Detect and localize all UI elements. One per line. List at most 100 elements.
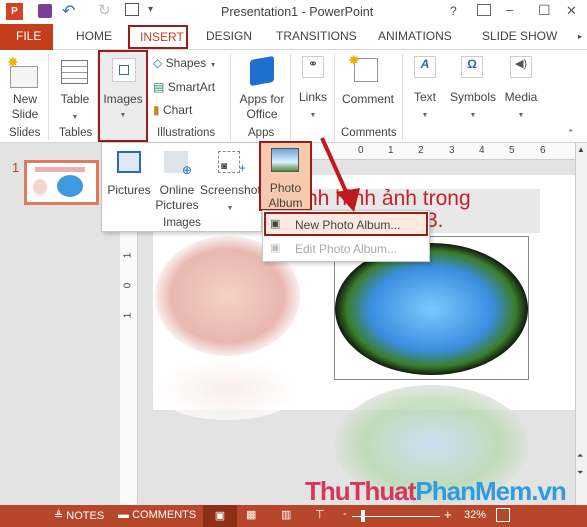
links-button[interactable]: ⚭ Links ▼ (294, 52, 332, 124)
help-button[interactable]: ? (450, 4, 457, 18)
zoom-out-button[interactable]: - (343, 508, 347, 520)
comments-label: COMMENTS (132, 509, 197, 521)
zoom-level[interactable]: 32% (464, 509, 486, 521)
tab-insert[interactable]: INSERT (128, 25, 188, 49)
zoom-slider[interactable] (352, 510, 440, 522)
baby-picture-reflection (155, 360, 300, 420)
comment-button[interactable]: ✸ Comment (338, 52, 398, 124)
speaker-icon: ◀) (510, 56, 532, 78)
online-pictures-icon: ⊕ (164, 151, 192, 177)
notes-button[interactable]: ≜ NOTES (54, 509, 104, 522)
apps-for-office-icon (250, 55, 274, 87)
media-button[interactable]: ◀) Media ▼ (501, 52, 541, 124)
scroll-up-icon[interactable]: ▲ (577, 145, 585, 154)
redo-icon[interactable]: ↻ (98, 1, 111, 19)
comment-icon: ▬ (118, 509, 129, 521)
symbols-button[interactable]: Ω Symbols ▼ (447, 52, 499, 124)
smartart-label: SmartArt (167, 80, 216, 94)
images-icon (112, 58, 136, 82)
undo-icon[interactable]: ↶ (62, 1, 75, 21)
apps-label: Apps for Office (239, 92, 285, 121)
slide-show-button[interactable]: ⊤ (315, 508, 325, 521)
zoom-in-button[interactable]: + (444, 507, 452, 522)
tab-slide-show[interactable]: SLIDE SHOW (482, 29, 557, 43)
ruler-label: 0 (122, 282, 134, 289)
flower-picture (335, 243, 528, 375)
online-pictures-button[interactable]: ⊕ Online Pictures (154, 145, 200, 215)
slide-sorter-button[interactable]: ▦ (246, 508, 256, 521)
link-icon: ⚭ (302, 56, 324, 78)
title-bar: P ↶ ↻ ▾ Presentation1 - PowerPoint ? – ☐… (0, 0, 587, 24)
customize-toolbar-icon[interactable]: ▾ (148, 4, 153, 15)
minimize-button[interactable]: – (506, 2, 513, 17)
pictures-label: Pictures (107, 183, 151, 197)
sparkle-icon: ✸ (348, 52, 360, 68)
apps-for-office-button[interactable]: Apps for Office (234, 52, 290, 124)
chevron-down-icon: ▼ (309, 112, 317, 119)
new-slide-label: New Slide (11, 92, 39, 121)
status-bar: ≜ NOTES ▬ COMMENTS ▣ ▦ ▥ ⊤ - + 32% (0, 505, 587, 527)
ruler-label: 6 (540, 145, 546, 156)
window-title: Presentation1 - PowerPoint (221, 5, 374, 19)
ruler-label: 1 (122, 252, 134, 259)
menu-item-label: New Photo Album... (295, 218, 401, 232)
close-button[interactable]: ✕ (566, 3, 577, 19)
media-label: Media (504, 90, 538, 104)
previous-slide-icon[interactable]: ⏶ (577, 451, 583, 461)
start-slideshow-icon[interactable] (125, 3, 139, 16)
online-pictures-label: Online Pictures (155, 183, 199, 212)
tab-file[interactable]: FILE (0, 24, 53, 50)
ruler-label: 1 (122, 312, 134, 319)
tab-animations[interactable]: ANIMATIONS (378, 29, 452, 43)
fit-slide-button[interactable] (496, 508, 510, 522)
pictures-button[interactable]: Pictures (104, 145, 154, 215)
images-dropdown-panel: Pictures ⊕ Online Pictures ◙ + Screenshot… (101, 142, 262, 232)
table-button[interactable]: Table ▼ (53, 52, 97, 124)
screenshot-button[interactable]: ◙ + Screenshot ▼ (200, 145, 261, 215)
chevron-down-icon: ▼ (71, 114, 79, 121)
maximize-button[interactable]: ☐ (538, 2, 551, 19)
tab-transitions[interactable]: TRANSITIONS (276, 29, 357, 43)
edit-photo-album-menu-item: ▣ Edit Photo Album... (264, 238, 428, 260)
vertical-scrollbar[interactable]: ▲ ⏶ ⏷ (575, 143, 587, 505)
smartart-button[interactable]: ▤ SmartArt (153, 80, 215, 94)
chevron-down-icon: ▼ (469, 112, 477, 119)
powerpoint-logo-icon: P (6, 3, 23, 20)
slide-thumbnail[interactable] (24, 160, 99, 205)
comments-button[interactable]: ▬ COMMENTS (118, 509, 196, 521)
chevron-down-icon: ▼ (517, 112, 525, 119)
collapse-ribbon-icon[interactable]: ⌃ (567, 128, 575, 139)
table-icon (61, 60, 88, 84)
text-icon: A (414, 56, 436, 78)
edit-photo-album-icon: ▣ (270, 242, 281, 254)
screenshot-label: Screenshot (200, 183, 261, 197)
chart-button[interactable]: ▮ Chart (153, 103, 192, 117)
shapes-label: Shapes (165, 56, 207, 70)
images-button[interactable]: Images ▼ (98, 50, 148, 142)
tabs-scroll-right-icon[interactable]: ▸ (578, 32, 582, 41)
next-slide-icon[interactable]: ⏷ (577, 468, 583, 478)
normal-view-button[interactable]: ▣ (203, 505, 237, 527)
chart-icon: ▮ (153, 103, 160, 117)
tab-home[interactable]: HOME (76, 29, 112, 43)
zoom-slider-thumb[interactable] (360, 510, 365, 522)
reading-view-button[interactable]: ▥ (281, 508, 291, 521)
menu-item-label: Edit Photo Album... (295, 242, 398, 256)
tab-design[interactable]: DESIGN (206, 29, 252, 43)
ribbon-tabs: FILE HOME INSERT DESIGN TRANSITIONS ANIM… (0, 24, 587, 50)
text-button[interactable]: A Text ▼ (405, 52, 445, 124)
group-label-slides: Slides (9, 127, 41, 139)
photo-album-icon (271, 148, 299, 172)
symbols-label: Symbols (449, 90, 496, 104)
chart-label: Chart (162, 103, 193, 117)
tab-label: INSERT (140, 30, 184, 44)
chevron-down-icon: ▼ (226, 205, 234, 212)
watermark-part1: ThuThuat (305, 476, 416, 506)
slide-number: 1 (12, 160, 20, 175)
shapes-button[interactable]: ◇ Shapes ▼ (153, 56, 217, 70)
new-slide-button[interactable]: ✸ New Slide (3, 52, 47, 124)
save-icon[interactable] (38, 4, 52, 18)
shapes-icon: ◇ (153, 56, 163, 70)
ribbon-display-options-icon[interactable] (477, 4, 491, 16)
images-label: Images (103, 92, 143, 106)
